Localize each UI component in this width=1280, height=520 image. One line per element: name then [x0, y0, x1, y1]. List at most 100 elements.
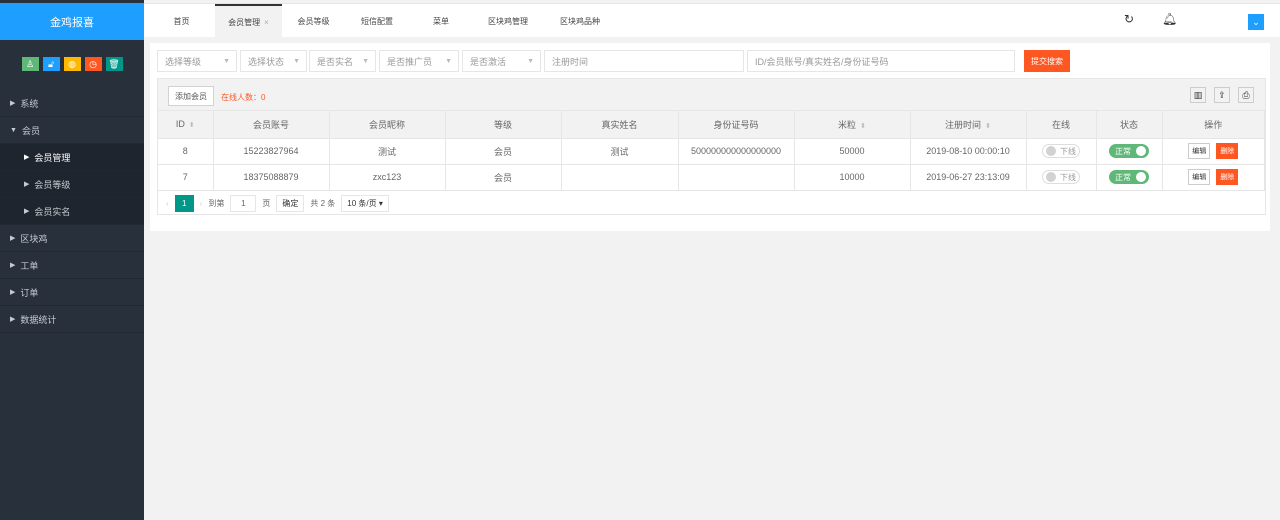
next-page-icon[interactable]: › — [200, 199, 203, 208]
sidebar-item-label: 会员管理 — [34, 152, 71, 163]
tab-bar: 首页 会员管理 × 会员等级 短信配置 菜单 区块鸡管理 区块鸡品种 ↻ 🔔︎ ⌄ — [144, 3, 1280, 38]
sidebar-item-label: 会员实名 — [34, 206, 71, 217]
globe-icon[interactable]: ◍ — [63, 57, 81, 71]
column-header: 会员昵称 — [329, 111, 446, 139]
cell-mili: 10000 — [794, 164, 911, 191]
column-header-label: 真实姓名 — [601, 119, 638, 130]
sidebar-item-label: 会员 — [21, 125, 40, 136]
tab[interactable]: 菜单 — [409, 4, 473, 38]
sidebar-item[interactable]: ▶ 区块鸡 — [0, 225, 144, 252]
add-member-button[interactable]: 添加会员 — [168, 86, 214, 106]
sort-icon[interactable]: ⬍ — [985, 123, 991, 130]
table-row: 8 15223827964 测试 会员 测试 500000000000000000 5000… — [158, 138, 1265, 165]
column-header[interactable]: 米粒 ⬍ — [794, 111, 911, 139]
column-header[interactable]: ID ⬍ — [158, 111, 214, 139]
edit-button[interactable]: 编辑 — [1188, 169, 1211, 185]
page-unit: 页 — [262, 199, 271, 208]
cell-account: 18375088879 — [213, 164, 330, 191]
print-icon[interactable]: ⎙ — [1238, 87, 1254, 103]
tab[interactable]: 短信配置 — [345, 4, 409, 38]
column-header: 在线 — [1026, 111, 1097, 139]
caret-right-icon: ▶ — [24, 208, 30, 215]
cell-level: 会员 — [445, 164, 562, 191]
lock-icon[interactable]: 🔓︎ — [42, 57, 60, 71]
column-header: 操作 — [1162, 111, 1265, 139]
sidebar-item[interactable]: ▼ 会员 — [0, 117, 144, 144]
online-label: 下线 — [1060, 146, 1076, 156]
goto-label: 到第 — [208, 199, 225, 208]
tab[interactable]: 区块鸡品种 — [543, 4, 617, 38]
sidebar: 金鸡报喜 ♙ 🔓︎ ◍ ◷ 🗑︎ ▶ 系统 ▼ 会员 ▶ 会员管理 ▶ 会员等级 ▶ 会员实名 ▶ 区块鸡 ▶ 工… — [0, 0, 144, 520]
trash-icon[interactable]: 🗑︎ — [105, 57, 123, 71]
sidebar-item[interactable]: ▶ 会员实名 — [0, 198, 144, 225]
per-page-select[interactable]: 10 条/页 ▾ — [341, 195, 389, 212]
filter-select[interactable]: 选择状态 ▼ — [240, 50, 307, 72]
tab[interactable]: 会员等级 — [282, 4, 345, 38]
filter-select[interactable]: 选择等级 ▼ — [157, 50, 237, 72]
user-icon[interactable]: ♙ — [21, 57, 39, 71]
user-menu-chevron-icon[interactable]: ⌄ — [1248, 14, 1264, 30]
sort-icon[interactable]: ⬍ — [860, 123, 866, 130]
caret-down-icon: ▼ — [10, 126, 17, 134]
cell-account: 15223827964 — [213, 138, 330, 165]
tab-label: 菜单 — [433, 16, 449, 26]
clock-icon[interactable]: ◷ — [84, 57, 102, 71]
tab-label: 会员等级 — [297, 16, 330, 26]
status-switch[interactable]: 正常 — [1109, 170, 1149, 184]
search-input[interactable]: ID/会员账号/真实姓名/身份证号码 — [747, 50, 1015, 72]
cell-level: 会员 — [445, 138, 562, 165]
per-page-value: 10 条/页 — [347, 199, 377, 208]
delete-button[interactable]: 删除 — [1216, 169, 1239, 185]
confirm-page-button[interactable]: 确定 — [276, 195, 305, 212]
cell-nickname: 测试 — [329, 138, 446, 165]
tab[interactable]: 会员管理 × — [215, 4, 282, 38]
sidebar-item[interactable]: ▶ 工单 — [0, 252, 144, 279]
tab[interactable]: 首页 — [148, 4, 215, 38]
close-icon[interactable]: × — [264, 18, 269, 27]
member-table: ID ⬍ 会员账号 会员昵称 等级 真实姓名 身份证号码 米粒 ⬍ 注册时间 ⬍ 在线 状态 操作 8 15… — [158, 111, 1265, 191]
filter-select[interactable]: 是否激活 ▼ — [462, 50, 541, 72]
sort-icon[interactable]: ⬍ — [189, 122, 195, 129]
column-header-label: 状态 — [1119, 119, 1138, 130]
status-switch[interactable]: 正常 — [1109, 144, 1149, 158]
sidebar-item[interactable]: ▶ 会员等级 — [0, 171, 144, 198]
tab[interactable]: 区块鸡管理 — [473, 4, 543, 38]
caret-right-icon: ▶ — [10, 289, 16, 296]
sidebar-item-label: 工单 — [20, 260, 39, 271]
register-time-input[interactable]: 注册时间 — [544, 50, 744, 72]
column-header: 状态 — [1096, 111, 1163, 139]
filter-select[interactable]: 是否推广员 ▼ — [379, 50, 459, 72]
cell-idcard — [678, 164, 795, 191]
column-header: 身份证号码 — [678, 111, 795, 139]
column-header-label: 米粒 — [838, 119, 857, 130]
table-row: 7 18375088879 zxc123 会员 10000 2019-06-27 23:1… — [158, 164, 1265, 191]
bell-icon[interactable]: 🔔︎ — [1162, 12, 1177, 26]
column-header: 等级 — [445, 111, 562, 139]
online-switch[interactable]: 下线 — [1042, 170, 1080, 184]
status-label: 正常 — [1115, 146, 1131, 156]
sidebar-item[interactable]: ▶ 数据统计 — [0, 306, 144, 333]
sidebar-item[interactable]: ▶ 订单 — [0, 279, 144, 306]
sidebar-item[interactable]: ▶ 系统 — [0, 90, 144, 117]
edit-button[interactable]: 编辑 — [1188, 143, 1211, 159]
delete-button[interactable]: 删除 — [1216, 143, 1239, 159]
column-header-label: 等级 — [493, 119, 512, 130]
sidebar-item[interactable]: ▶ 会员管理 — [0, 144, 144, 171]
cell-mili: 50000 — [794, 138, 911, 165]
refresh-icon[interactable]: ↻ — [1124, 12, 1134, 26]
submit-search-button[interactable]: 提交搜索 — [1024, 50, 1070, 72]
page-1[interactable]: 1 — [174, 195, 194, 212]
sidebar-item-label: 数据统计 — [20, 314, 57, 325]
filter-select[interactable]: 是否实名 ▼ — [309, 50, 376, 72]
online-switch[interactable]: 下线 — [1042, 144, 1080, 158]
prev-page-icon[interactable]: ‹ — [166, 199, 169, 208]
filter-select-value: 是否激活 — [470, 56, 507, 67]
columns-icon[interactable]: ▥ — [1190, 87, 1206, 103]
tab-label: 会员管理 — [228, 17, 261, 27]
export-icon[interactable]: ⇪ — [1214, 87, 1230, 103]
app-logo: 金鸡报喜 — [0, 3, 144, 40]
caret-down-icon: ▼ — [445, 57, 452, 65]
page-input[interactable]: 1 — [230, 195, 257, 212]
caret-down-icon: ▼ — [293, 57, 300, 65]
column-header[interactable]: 注册时间 ⬍ — [910, 111, 1027, 139]
